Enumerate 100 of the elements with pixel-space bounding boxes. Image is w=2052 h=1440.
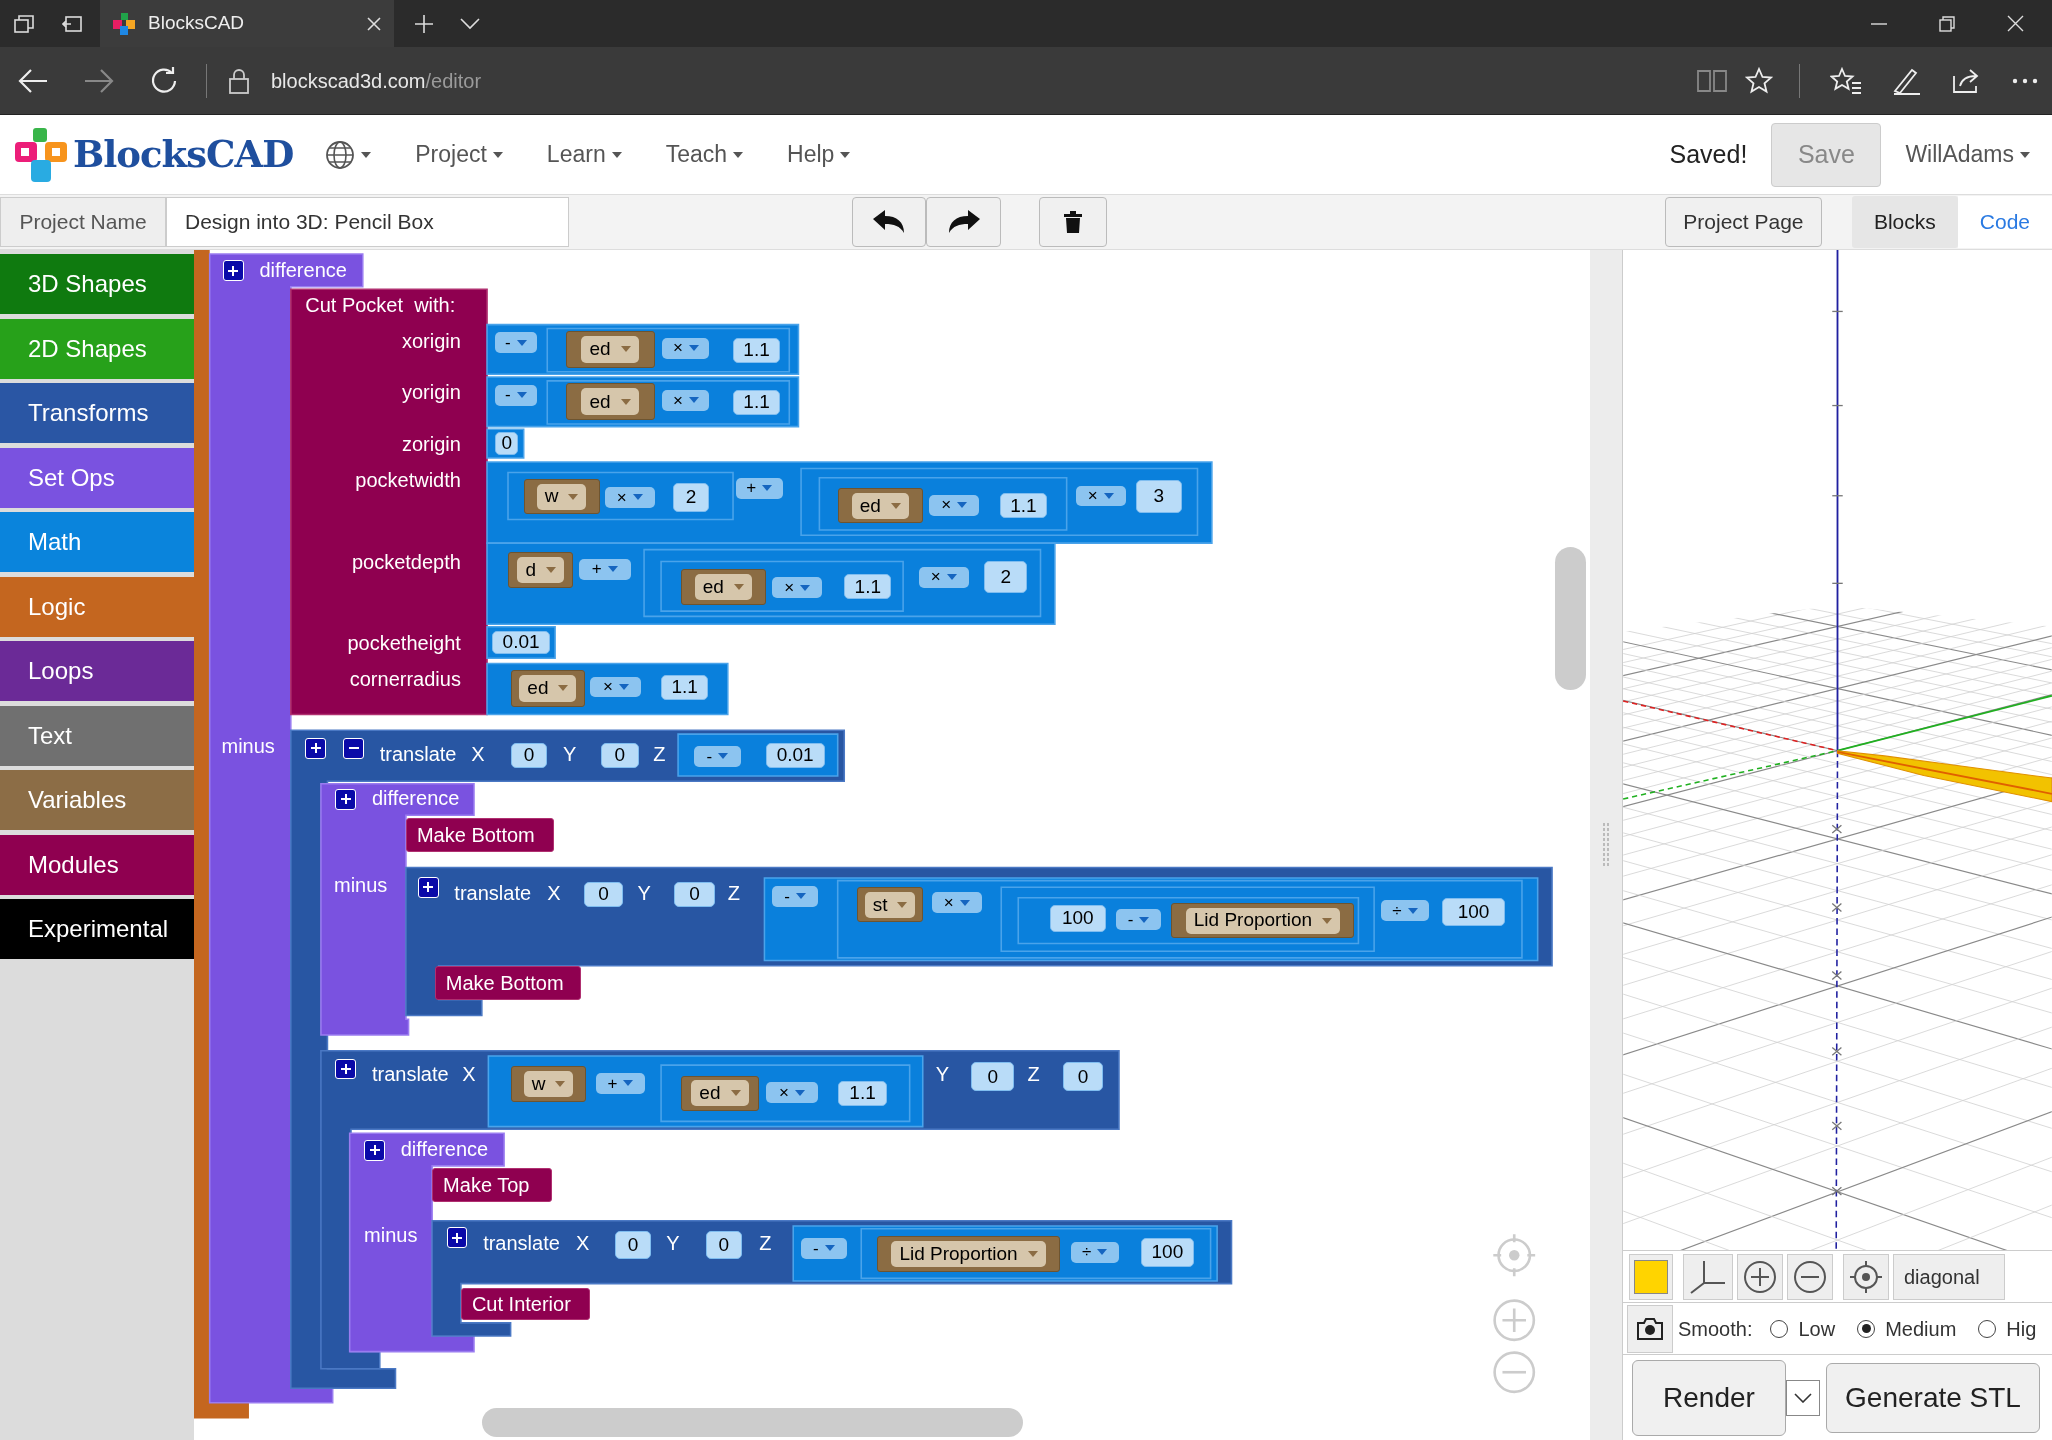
zoom-in-button[interactable] xyxy=(1737,1253,1783,1300)
address-field[interactable]: blockscad3d.com/editor xyxy=(271,65,482,96)
radio-button[interactable] xyxy=(1770,1319,1789,1338)
category-item[interactable]: 3D Shapes xyxy=(0,254,194,314)
operator-dropdown[interactable]: × xyxy=(590,676,642,698)
nav-menu[interactable]: Help xyxy=(787,137,851,172)
undo-button[interactable] xyxy=(852,197,926,247)
tabs-icon[interactable] xyxy=(14,14,34,33)
more-icon[interactable] xyxy=(2012,77,2038,84)
category-item[interactable]: Experimental xyxy=(0,899,194,959)
forward-arrow-icon[interactable] xyxy=(84,67,114,94)
operator-dropdown[interactable]: × xyxy=(765,1082,819,1103)
smooth-option[interactable]: Low xyxy=(1770,1313,1836,1344)
project-name-field[interactable]: Design into 3D: Pencil Box xyxy=(166,197,569,247)
pen-icon[interactable] xyxy=(1892,66,1922,95)
screenshot-button[interactable] xyxy=(1627,1304,1673,1353)
number-field[interactable]: 100 xyxy=(1141,1237,1194,1267)
category-item[interactable]: Logic xyxy=(0,576,194,637)
restore-icon[interactable] xyxy=(1939,15,1955,32)
collapse-button[interactable] xyxy=(343,738,365,759)
number-field[interactable]: 0 xyxy=(600,743,639,769)
variable-block[interactable]: Lid Proportion xyxy=(876,1236,1061,1272)
number-field[interactable]: 3 xyxy=(1136,480,1182,513)
module-call-block[interactable]: Cut Interior xyxy=(460,1287,591,1321)
variable-block[interactable]: ed xyxy=(565,383,655,421)
language-menu[interactable] xyxy=(325,139,372,170)
variable-block[interactable]: ed xyxy=(510,669,586,707)
delete-button[interactable] xyxy=(1039,197,1107,247)
operator-dropdown[interactable]: × xyxy=(772,577,822,598)
view-tab[interactable]: Blocks xyxy=(1851,196,1958,248)
variable-block[interactable]: ed xyxy=(565,331,655,368)
render-options-dropdown[interactable] xyxy=(1786,1379,1820,1416)
number-field[interactable]: 0 xyxy=(971,1062,1015,1092)
variable-block[interactable]: ed xyxy=(680,569,766,605)
operator-dropdown[interactable]: - xyxy=(1116,909,1161,931)
expand-button[interactable] xyxy=(305,738,327,759)
number-field[interactable]: 1.1 xyxy=(733,390,781,415)
browser-tab[interactable]: BlocksCAD xyxy=(100,0,394,47)
module-call-block[interactable]: Make Bottom xyxy=(405,817,554,852)
radio-button[interactable] xyxy=(1978,1319,1997,1338)
close-icon[interactable] xyxy=(2007,15,2024,32)
operator-dropdown[interactable]: ÷ xyxy=(1380,900,1430,922)
view-preset-button[interactable]: diagonal xyxy=(1893,1253,2005,1300)
reading-view-icon[interactable] xyxy=(1697,68,1727,93)
number-field[interactable]: 0 xyxy=(705,1231,743,1259)
variable-block[interactable]: ed xyxy=(837,488,923,524)
number-field[interactable]: 1.1 xyxy=(999,493,1048,519)
operator-dropdown[interactable]: × xyxy=(929,494,979,516)
module-call-block[interactable]: Make Bottom xyxy=(434,965,582,1000)
operator-dropdown[interactable]: - xyxy=(772,885,819,907)
project-page-button[interactable]: Project Page xyxy=(1664,197,1822,247)
operator-dropdown[interactable]: × xyxy=(931,892,982,914)
number-field[interactable]: 1.1 xyxy=(661,675,709,701)
variable-block[interactable]: w xyxy=(510,1066,587,1102)
back-arrow-icon[interactable] xyxy=(18,67,48,94)
category-item[interactable]: Set Ops xyxy=(0,447,194,508)
variable-block[interactable]: w xyxy=(523,478,600,515)
smooth-option[interactable]: Medium xyxy=(1857,1313,1957,1344)
category-item[interactable]: Text xyxy=(0,705,194,766)
number-field[interactable]: 0 xyxy=(1062,1062,1104,1092)
redo-button[interactable] xyxy=(926,197,1001,247)
number-field[interactable]: 1.1 xyxy=(844,574,892,600)
number-field[interactable]: 1.1 xyxy=(733,337,781,363)
number-field[interactable]: 0 xyxy=(510,743,548,769)
category-item[interactable]: Loops xyxy=(0,641,194,701)
number-field[interactable]: 100 xyxy=(1049,905,1106,932)
generate-stl-button[interactable]: Generate STL xyxy=(1826,1362,2040,1433)
cut-pocket-block[interactable] xyxy=(290,288,488,716)
radio-button[interactable] xyxy=(1857,1319,1876,1338)
category-item[interactable]: Transforms xyxy=(0,383,194,443)
color-button[interactable] xyxy=(1629,1253,1673,1300)
operator-dropdown[interactable]: - xyxy=(801,1237,847,1259)
number-field[interactable]: 0 xyxy=(674,881,715,907)
user-menu[interactable]: WillAdams xyxy=(1905,137,2030,172)
minimize-icon[interactable] xyxy=(1871,22,1887,25)
category-item[interactable]: Variables xyxy=(0,770,194,830)
module-call-block[interactable]: Make Top xyxy=(432,1168,553,1203)
variable-block[interactable]: d xyxy=(508,552,574,588)
axes-button[interactable] xyxy=(1683,1253,1733,1300)
back-tabs-icon[interactable] xyxy=(62,15,82,32)
expand-button[interactable] xyxy=(222,260,244,282)
zoom-out-button[interactable] xyxy=(1787,1253,1833,1300)
expand-button[interactable] xyxy=(335,789,357,810)
category-item[interactable]: Math xyxy=(0,512,194,572)
close-icon[interactable] xyxy=(366,15,382,32)
category-item[interactable]: Modules xyxy=(0,834,194,895)
number-field[interactable]: 0.01 xyxy=(492,630,550,655)
nav-menu[interactable]: Teach xyxy=(665,137,744,172)
reset-view-button[interactable] xyxy=(1843,1253,1889,1300)
variable-block[interactable]: st xyxy=(857,887,923,923)
variable-block[interactable]: ed xyxy=(680,1075,760,1111)
vertical-scrollbar[interactable] xyxy=(1554,547,1587,690)
number-field[interactable]: 2 xyxy=(984,561,1028,593)
new-tab-icon[interactable] xyxy=(414,13,434,34)
number-field[interactable]: 0.01 xyxy=(765,743,825,769)
number-field[interactable]: 0 xyxy=(615,1231,651,1259)
operator-dropdown[interactable]: - xyxy=(494,332,537,354)
favorites-icon[interactable] xyxy=(1830,66,1862,95)
smooth-option[interactable]: Hig xyxy=(1978,1313,2037,1344)
variable-block[interactable]: Lid Proportion xyxy=(1171,902,1355,939)
